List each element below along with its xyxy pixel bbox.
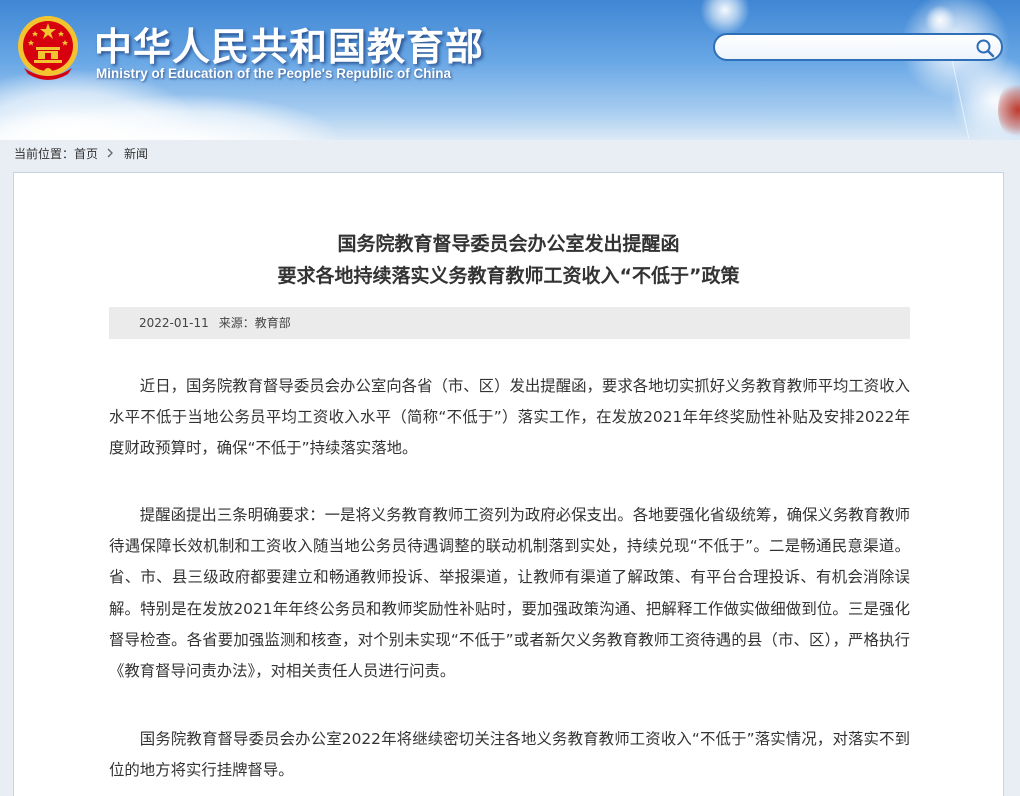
dandelion-decoration [925, 5, 955, 35]
article-source: 教育部 [255, 316, 291, 330]
article-meta-bar: 2022-01-11 来源：教育部 [109, 307, 910, 339]
breadcrumb-home-link[interactable]: 首页 [74, 145, 98, 162]
site-subtitle: Ministry of Education of the People's Re… [96, 66, 451, 81]
breadcrumb-current-link[interactable]: 新闻 [124, 145, 148, 162]
breadcrumb-label: 当前位置： [14, 145, 74, 162]
dandelion-decoration [700, 0, 750, 35]
article-source-label: 来源： [219, 316, 255, 330]
chevron-right-icon [106, 148, 114, 158]
article-container: 国务院教育督导委员会办公室发出提醒函 要求各地持续落实义务教育教师工资收入“不低… [13, 172, 1004, 796]
search-icon[interactable] [975, 38, 995, 58]
article-title-line1: 国务院教育督导委员会办公室发出提醒函 [14, 229, 1003, 256]
site-title: 中华人民共和国教育部 [94, 16, 484, 71]
article-title-line2: 要求各地持续落实义务教育教师工资收入“不低于”政策 [14, 261, 1003, 288]
article-paragraph: 提醒函提出三条明确要求：一是将义务教育教师工资列为政府必保支出。各地要强化省级统… [109, 500, 910, 687]
national-emblem-icon [16, 14, 80, 82]
article-date: 2022-01-11 [139, 316, 209, 330]
breadcrumb: 当前位置： 首页 新闻 [14, 145, 148, 161]
article-paragraph: 近日，国务院教育督导委员会办公室向各省（市、区）发出提醒函，要求各地切实抓好义务… [109, 371, 910, 465]
search-input[interactable] [727, 38, 967, 56]
site-header: 中华人民共和国教育部 Ministry of Education of the … [0, 0, 1020, 140]
search-box [713, 33, 1003, 61]
article-paragraph: 国务院教育督导委员会办公室2022年将继续密切关注各地义务教育教师工资收入“不低… [109, 724, 910, 786]
